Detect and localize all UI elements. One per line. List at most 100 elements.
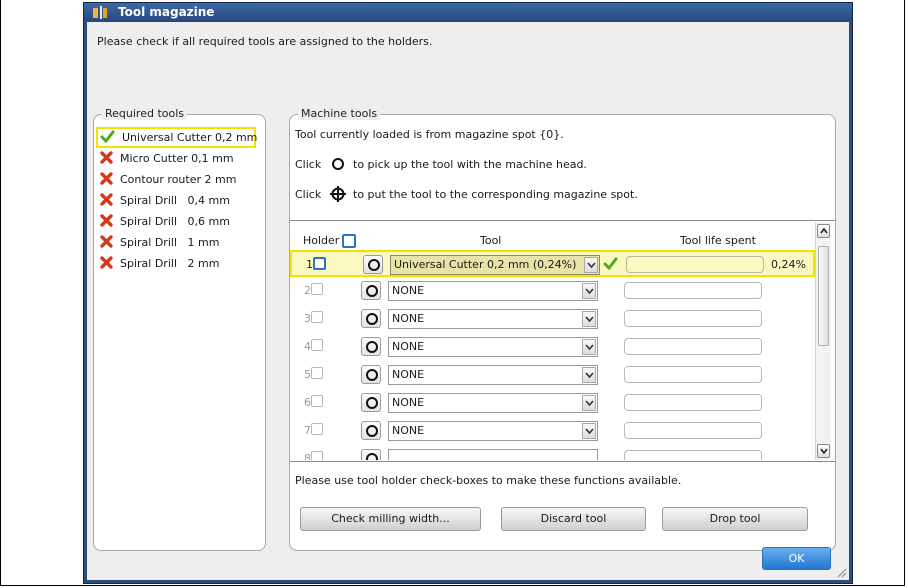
tool-select[interactable]: NONE: [388, 365, 598, 385]
circle-icon: [366, 341, 378, 353]
holder-checkbox[interactable]: [311, 283, 323, 295]
cross-icon: [100, 193, 113, 206]
dropdown-button[interactable]: [582, 339, 596, 355]
pick-tool-button[interactable]: [361, 393, 381, 412]
required-tool-item[interactable]: Universal Cutter 0,2 mm: [96, 127, 258, 148]
tool-select-value: NONE: [392, 340, 425, 353]
holder-number: 2: [304, 284, 311, 297]
dropdown-button[interactable]: [582, 395, 596, 411]
holder-number: 7: [304, 424, 311, 437]
scroll-down-button[interactable]: [817, 444, 830, 458]
holder-number: 1: [306, 258, 313, 271]
holder-row: 8: [290, 446, 815, 460]
circle-icon: [366, 285, 378, 297]
pick-tool-button[interactable]: [361, 281, 381, 300]
dropdown-button[interactable]: [582, 423, 596, 439]
put-click-label: Click: [295, 188, 322, 201]
tool-select-value: NONE: [392, 312, 425, 325]
tool-life-bar: [624, 310, 762, 327]
tool-magazine-dialog: Tool magazine Please check if all requir…: [83, 2, 853, 584]
holder-checkbox[interactable]: [311, 339, 323, 351]
cross-icon: [100, 172, 113, 185]
tool-select[interactable]: NONE: [388, 421, 598, 441]
tool-select-value: NONE: [392, 396, 425, 409]
required-tools-group: Required tools Universal Cutter 0,2 mm M…: [93, 107, 266, 551]
check-icon: [603, 257, 618, 271]
holder-row: 3 NONE: [290, 306, 815, 333]
cross-icon: [100, 151, 113, 164]
put-instruction: Click: [295, 188, 321, 201]
holder-checkbox[interactable]: [311, 451, 323, 460]
required-tool-item[interactable]: Micro Cutter 0,1 mm: [96, 148, 256, 169]
select-all-holders-checkbox[interactable]: [342, 234, 356, 248]
required-tool-label: Universal Cutter 0,2 mm: [122, 131, 258, 144]
holder-number: 3: [304, 312, 311, 325]
pick-tool-button[interactable]: [361, 365, 381, 384]
dropdown-button[interactable]: [582, 283, 596, 299]
holder-checkbox[interactable]: [311, 395, 323, 407]
holder-checkbox[interactable]: [311, 311, 323, 323]
chevron-up-icon: [820, 228, 828, 234]
scroll-up-button[interactable]: [817, 224, 830, 238]
holder-row: 1 Universal Cutter 0,2 mm (0,24%) 0,24%: [290, 250, 815, 277]
required-tool-item[interactable]: Spiral Drill 0,6 mm: [96, 211, 256, 232]
required-tool-item[interactable]: Spiral Drill 2 mm: [96, 253, 256, 274]
tool-select-value: NONE: [392, 284, 425, 297]
tool-life-header: Tool life spent: [680, 234, 756, 247]
circle-icon: [366, 369, 378, 381]
check-milling-width-button[interactable]: Check milling width...: [300, 507, 481, 531]
tool-select[interactable]: NONE: [388, 309, 598, 329]
chevron-down-icon: [585, 316, 594, 322]
pick-instruction: Click: [295, 158, 321, 171]
holder-checkbox[interactable]: [311, 367, 323, 379]
tool-header: Tool: [480, 234, 502, 247]
chevron-down-icon: [585, 400, 594, 406]
required-tool-label: Spiral Drill 2 mm: [120, 257, 220, 270]
drop-tool-button[interactable]: Drop tool: [662, 507, 808, 531]
tool-select[interactable]: NONE: [388, 281, 598, 301]
tool-life-bar: [624, 450, 762, 460]
tool-select[interactable]: NONE: [388, 337, 598, 357]
tool-select-value: Universal Cutter 0,2 mm (0,24%): [394, 258, 577, 271]
holder-checkbox[interactable]: [311, 423, 323, 435]
required-tool-item[interactable]: Contour router 2 mm: [96, 169, 256, 190]
pick-tool-button[interactable]: [363, 255, 383, 274]
holder-row: 7 NONE: [290, 418, 815, 445]
chevron-down-icon: [585, 288, 594, 294]
table-scrollbar[interactable]: [815, 222, 831, 460]
tool-select[interactable]: Universal Cutter 0,2 mm (0,24%): [390, 255, 600, 275]
required-tool-item[interactable]: Spiral Drill 1 mm: [96, 232, 256, 253]
discard-tool-button[interactable]: Discard tool: [501, 507, 646, 531]
check-icon: [100, 130, 115, 144]
dropdown-button[interactable]: [582, 311, 596, 327]
dropdown-button[interactable]: [584, 257, 598, 273]
dropdown-button[interactable]: [582, 367, 596, 383]
holder-row: 4 NONE: [290, 334, 815, 361]
pick-instruction-text: to pick up the tool with the machine hea…: [353, 158, 587, 171]
pick-tool-button[interactable]: [361, 421, 381, 440]
pick-tool-button[interactable]: [361, 449, 381, 460]
holder-row: 2 NONE: [290, 278, 815, 305]
pick-tool-button[interactable]: [361, 309, 381, 328]
title-bar[interactable]: Tool magazine: [84, 3, 852, 22]
tool-select[interactable]: NONE: [388, 393, 598, 413]
required-tool-item[interactable]: Spiral Drill 0,4 mm: [96, 190, 256, 211]
resize-grip-icon[interactable]: [836, 567, 847, 578]
holder-header: Holder: [303, 234, 340, 247]
pick-tool-button[interactable]: [361, 337, 381, 356]
required-tools-legend: Required tools: [102, 107, 188, 120]
chevron-down-icon: [585, 344, 594, 350]
holder-checkbox[interactable]: [313, 257, 326, 270]
tool-select[interactable]: [388, 449, 598, 460]
instruction-text: Please check if all required tools are a…: [97, 35, 433, 48]
circle-icon: [366, 313, 378, 325]
ok-button[interactable]: OK: [762, 547, 831, 570]
holder-number: 8: [304, 452, 311, 460]
required-tool-label: Spiral Drill 0,4 mm: [120, 194, 230, 207]
tool-life-bar: [624, 338, 762, 355]
pick-click-label: Click: [295, 158, 322, 171]
scroll-thumb[interactable]: [818, 246, 829, 346]
tool-select-value: NONE: [392, 424, 425, 437]
holder-number: 6: [304, 396, 311, 409]
circle-icon: [366, 453, 378, 460]
